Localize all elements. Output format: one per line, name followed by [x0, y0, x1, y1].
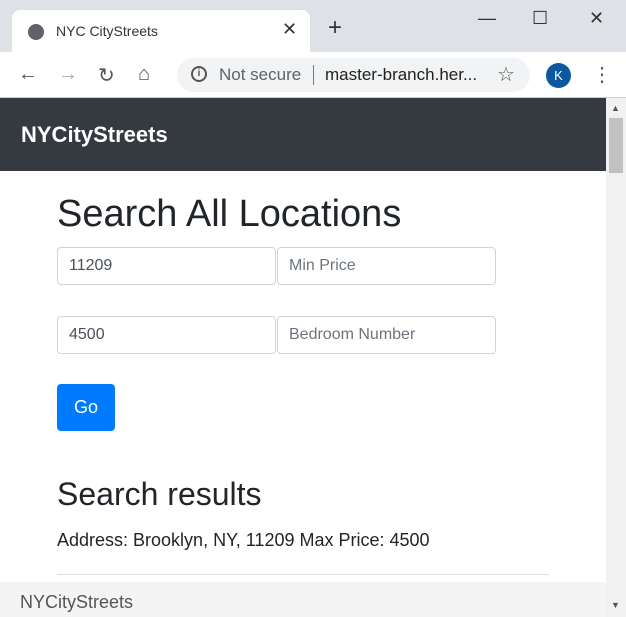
scroll-thumb[interactable] — [609, 118, 623, 173]
home-icon[interactable]: ⌂ — [138, 63, 150, 86]
close-tab-icon[interactable]: ✕ — [282, 19, 297, 40]
tab-title: NYC CityStreets — [56, 23, 158, 39]
back-icon[interactable]: ← — [18, 63, 38, 86]
max-price-input[interactable] — [57, 316, 276, 354]
address-bar[interactable]: i Not secure master-branch.her... ☆ — [177, 58, 530, 92]
go-button[interactable]: Go — [57, 384, 115, 431]
results-heading: Search results — [57, 476, 262, 512]
browser-tab[interactable]: NYC CityStreets ✕ — [12, 10, 310, 52]
page-title: Search All Locations — [57, 193, 402, 235]
forward-icon[interactable]: → — [58, 63, 78, 86]
star-icon[interactable]: ☆ — [497, 62, 515, 87]
maximize-icon[interactable]: ☐ — [532, 8, 548, 29]
browser-toolbar: ← → ↻ ⌂ i Not secure master-branch.her..… — [0, 52, 626, 98]
minimize-icon[interactable]: — — [478, 8, 496, 29]
scroll-up-icon[interactable]: ▲ — [611, 103, 620, 113]
footer: NYCityStreets — [0, 582, 606, 617]
divider — [313, 65, 314, 85]
reload-icon[interactable]: ↻ — [98, 63, 115, 88]
new-tab-icon[interactable]: + — [328, 14, 342, 42]
bedroom-input[interactable] — [277, 316, 496, 354]
scrollbar[interactable]: ▲ ▼ — [606, 98, 626, 617]
min-price-input[interactable] — [277, 247, 496, 285]
footer-text: NYCityStreets — [20, 592, 134, 612]
avatar[interactable]: K — [546, 63, 571, 88]
divider — [57, 574, 549, 575]
url-text[interactable]: master-branch.her... — [325, 65, 477, 85]
close-window-icon[interactable]: ✕ — [589, 8, 604, 29]
browser-title-bar: NYC CityStreets ✕ + — ☐ ✕ — [0, 0, 626, 52]
navbar: NYCityStreets — [0, 98, 606, 171]
results-summary: Address: Brooklyn, NY, 11209 Max Price: … — [57, 530, 430, 550]
menu-icon[interactable]: ⋮ — [592, 62, 612, 87]
globe-icon — [28, 24, 44, 40]
not-secure-label: Not secure — [219, 65, 302, 84]
brand-link[interactable]: NYCityStreets — [21, 122, 168, 148]
zip-input[interactable] — [57, 247, 276, 285]
scroll-down-icon[interactable]: ▼ — [611, 600, 620, 610]
info-icon[interactable]: i — [191, 66, 207, 82]
